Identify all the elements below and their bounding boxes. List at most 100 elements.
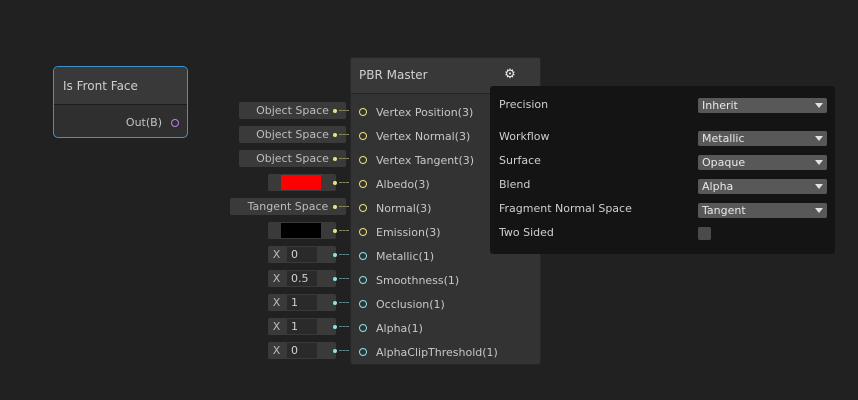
- alpha-x-label: X: [272, 320, 281, 333]
- vertex-tangent-space-label: Object Space: [256, 152, 329, 165]
- slot-metallic: Metallic(1): [359, 249, 434, 263]
- alpha-value-field[interactable]: X1: [268, 318, 336, 335]
- chevron-down-icon: [815, 136, 823, 141]
- vertex-position-space-label: Object Space: [256, 104, 329, 117]
- precision-label: Precision: [499, 98, 549, 111]
- vertex-tangent-connector: [333, 157, 337, 161]
- emission-color-field[interactable]: [268, 222, 336, 239]
- slot-normal: Normal(3): [359, 201, 431, 215]
- vertex-normal-link: [339, 134, 349, 135]
- metallic-link: [339, 254, 349, 255]
- smoothness-link: [339, 278, 349, 279]
- chevron-down-icon: [815, 208, 823, 213]
- albedo-link: [339, 182, 349, 183]
- is-front-face-title: Is Front Face: [54, 67, 187, 105]
- chevron-down-icon: [815, 184, 823, 189]
- precision-value: Inherit: [702, 99, 738, 112]
- albedo-connector: [333, 181, 337, 185]
- workflow-value: Metallic: [702, 132, 745, 145]
- precision-dropdown[interactable]: Inherit: [698, 98, 827, 113]
- normal-port[interactable]: [359, 204, 367, 212]
- alpha-clip-link: [339, 350, 349, 351]
- vertex-position-label: Vertex Position(3): [376, 105, 474, 119]
- surface-value: Opaque: [702, 156, 746, 169]
- gear-icon[interactable]: ⚙: [503, 68, 517, 82]
- slot-alpha-clip-threshold: AlphaClipThreshold(1): [359, 345, 498, 359]
- occlusion-port[interactable]: [359, 300, 367, 308]
- fragment-normal-space-dropdown[interactable]: Tangent: [698, 203, 827, 218]
- alpha-clip-connector: [333, 349, 337, 353]
- vertex-normal-connector: [333, 133, 337, 137]
- slot-vertex-tangent: Vertex Tangent(3): [359, 153, 474, 167]
- emission-connector: [333, 229, 337, 233]
- alpha-clip-x-label: X: [272, 344, 281, 357]
- chevron-down-icon: [815, 160, 823, 165]
- albedo-port[interactable]: [359, 180, 367, 188]
- vertex-normal-space-field[interactable]: Object Space: [239, 126, 346, 143]
- emission-port[interactable]: [359, 228, 367, 236]
- vertex-position-port[interactable]: [359, 108, 367, 116]
- slot-vertex-normal: Vertex Normal(3): [359, 129, 470, 143]
- vertex-tangent-label: Vertex Tangent(3): [376, 153, 475, 167]
- metallic-value-field[interactable]: X0: [268, 246, 336, 263]
- alpha-clip-threshold-value-field[interactable]: X0: [268, 342, 336, 359]
- slot-emission: Emission(3): [359, 225, 441, 239]
- metallic-label: Metallic(1): [376, 249, 435, 263]
- slot-vertex-position: Vertex Position(3): [359, 105, 473, 119]
- normal-space-field[interactable]: Tangent Space: [230, 198, 346, 215]
- albedo-label: Albedo(3): [376, 177, 430, 191]
- smoothness-port[interactable]: [359, 276, 367, 284]
- surface-dropdown[interactable]: Opaque: [698, 155, 827, 170]
- normal-link: [339, 206, 349, 207]
- two-sided-label: Two Sided: [499, 226, 554, 239]
- emission-link: [339, 230, 349, 231]
- master-settings-panel: Precision Inherit Workflow Metallic Surf…: [490, 86, 835, 254]
- vertex-position-connector: [333, 109, 337, 113]
- two-sided-checkbox[interactable]: [698, 227, 711, 240]
- emission-color-swatch[interactable]: [281, 223, 321, 238]
- vertex-normal-port[interactable]: [359, 132, 367, 140]
- occlusion-link: [339, 302, 349, 303]
- workflow-dropdown[interactable]: Metallic: [698, 131, 827, 146]
- normal-connector: [333, 205, 337, 209]
- blend-dropdown[interactable]: Alpha: [698, 179, 827, 194]
- occlusion-value[interactable]: 1: [287, 295, 317, 310]
- vertex-position-space-field[interactable]: Object Space: [239, 102, 346, 119]
- vertex-normal-space-label: Object Space: [256, 128, 329, 141]
- alpha-clip-threshold-value[interactable]: 0: [287, 343, 317, 358]
- slot-occlusion: Occlusion(1): [359, 297, 445, 311]
- normal-space-label: Tangent Space: [247, 200, 329, 213]
- alpha-clip-threshold-port[interactable]: [359, 348, 367, 356]
- blend-label: Blend: [499, 178, 531, 191]
- slot-albedo: Albedo(3): [359, 177, 430, 191]
- chevron-down-icon: [815, 103, 823, 108]
- surface-label: Surface: [499, 154, 541, 167]
- out-b-port[interactable]: [171, 119, 179, 127]
- vertex-position-link: [339, 110, 349, 111]
- smoothness-label: Smoothness(1): [376, 273, 460, 287]
- vertex-tangent-port[interactable]: [359, 156, 367, 164]
- fragment-normal-space-value: Tangent: [702, 204, 746, 217]
- metallic-connector: [333, 253, 337, 257]
- occlusion-x-label: X: [272, 296, 281, 309]
- albedo-color-swatch[interactable]: [281, 175, 321, 190]
- smoothness-connector: [333, 277, 337, 281]
- alpha-clip-threshold-label: AlphaClipThreshold(1): [376, 345, 498, 359]
- alpha-link: [339, 326, 349, 327]
- metallic-value[interactable]: 0: [287, 247, 317, 262]
- alpha-port[interactable]: [359, 324, 367, 332]
- occlusion-value-field[interactable]: X1: [268, 294, 336, 311]
- occlusion-label: Occlusion(1): [376, 297, 445, 311]
- alpha-value[interactable]: 1: [287, 319, 317, 334]
- albedo-color-field[interactable]: [268, 174, 336, 191]
- out-b-label: Out(B): [125, 116, 162, 129]
- out-b-slot: Out(B): [126, 116, 179, 130]
- vertex-tangent-link: [339, 158, 349, 159]
- alpha-label: Alpha(1): [376, 321, 423, 335]
- vertex-tangent-space-field[interactable]: Object Space: [239, 150, 346, 167]
- smoothness-value-field[interactable]: X 0.5: [268, 270, 336, 287]
- normal-label: Normal(3): [376, 201, 432, 215]
- metallic-port[interactable]: [359, 252, 367, 260]
- is-front-face-node[interactable]: Is Front Face Out(B): [53, 66, 188, 138]
- smoothness-value[interactable]: 0.5: [287, 271, 317, 286]
